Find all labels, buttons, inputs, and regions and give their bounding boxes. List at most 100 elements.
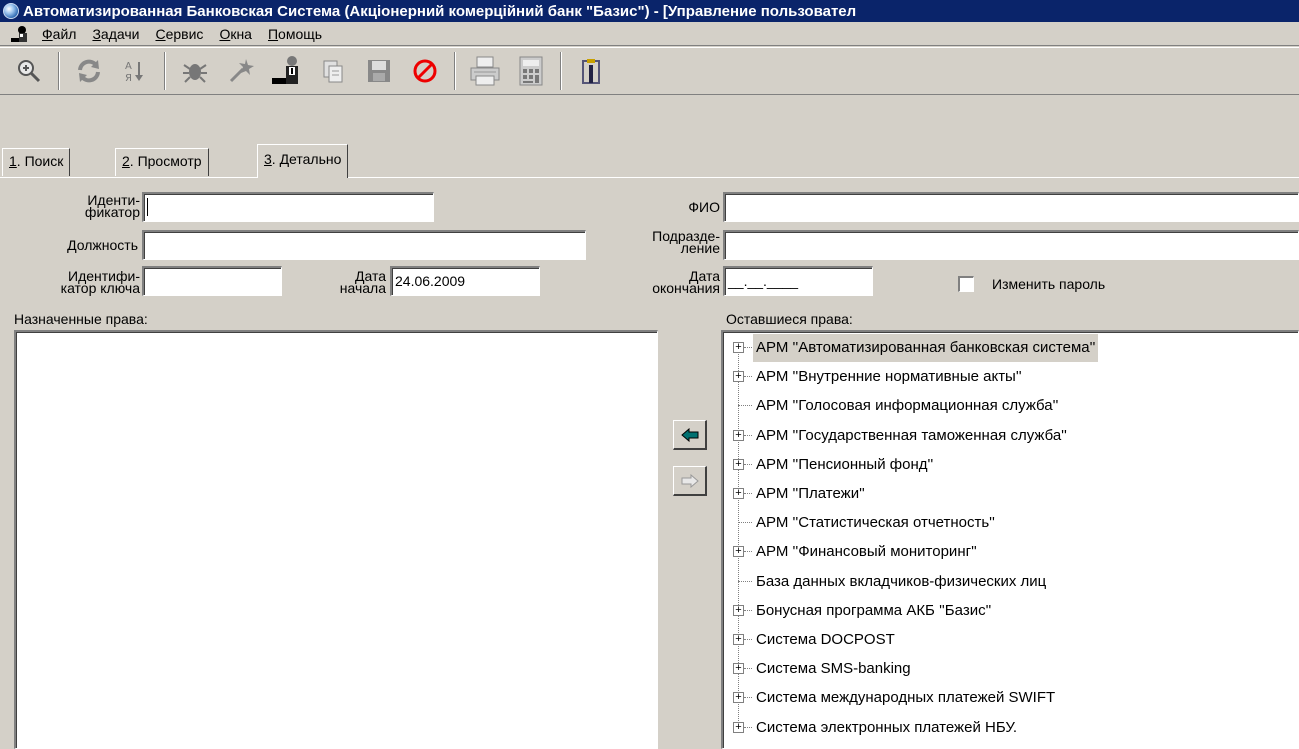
menu-help[interactable]: Помощь <box>268 26 322 42</box>
tree-item[interactable]: + АРМ ''Финансовый мониторинг'' <box>723 538 1298 567</box>
expand-plus-icon[interactable]: + <box>733 721 744 733</box>
menu-service-accel: С <box>155 25 166 42</box>
sort-az-icon[interactable]: AЯ <box>114 51 156 91</box>
change-password-label[interactable]: Изменить пароль <box>992 276 1105 292</box>
tree-item[interactable]: + АРМ ''Пенсионный фонд'' <box>723 451 1298 480</box>
tree-item[interactable]: + АРМ ''Автоматизированная банковская сис… <box>723 334 1298 363</box>
tree-item[interactable]: + Система SMS-banking <box>723 655 1298 684</box>
menu-file[interactable]: Файл <box>42 26 76 42</box>
remove-right-button[interactable] <box>673 466 707 496</box>
key-id-label-line2: катор ключа <box>60 280 140 296</box>
svg-text:A: A <box>125 61 132 72</box>
window-titlebar[interactable]: Автоматизированная Банковская Система (А… <box>0 0 1299 22</box>
printer-icon[interactable] <box>464 51 506 91</box>
tree-item[interactable]: + АРМ ''Внутренние нормативные акты'' <box>723 363 1298 392</box>
expand-plus-icon[interactable]: + <box>733 634 744 645</box>
menu-windows-rest: кна <box>230 25 252 42</box>
refresh-icon[interactable] <box>68 51 110 91</box>
expand-plus-icon[interactable]: + <box>733 604 744 616</box>
bug-icon[interactable] <box>174 51 216 91</box>
tree-item-label: АРМ ''Платежи'' <box>756 485 865 502</box>
tab-strip: 1. Поиск 2. Просмотр 3. Детально <box>0 144 1299 178</box>
tree-item-label: Система DOCPOST <box>756 631 895 648</box>
expand-plus-icon[interactable]: + <box>733 663 744 675</box>
user-agent-icon[interactable] <box>266 51 308 91</box>
tree-item[interactable]: АРМ ''Голосовая информационная служба'' <box>723 392 1298 421</box>
exit-door-icon[interactable] <box>570 51 612 91</box>
tab-search[interactable]: 1. Поиск <box>2 148 71 176</box>
save-disk-icon[interactable] <box>358 51 400 91</box>
tree-item-label: Бонусная программа АКБ ''Базис'' <box>756 601 992 619</box>
tab-body-border <box>0 177 1299 178</box>
expand-plus-icon[interactable]: + <box>733 371 744 383</box>
calculator-icon[interactable] <box>510 51 552 91</box>
tree-item[interactable]: База данных вкладчиков-физических лиц <box>723 568 1298 597</box>
assigned-rights-label: Назначенные права: <box>14 311 148 327</box>
copy-doc-icon[interactable] <box>312 51 354 91</box>
position-input[interactable] <box>142 230 586 260</box>
expand-plus-icon[interactable]: + <box>733 488 744 499</box>
tab-details[interactable]: 3. Детально <box>257 144 349 178</box>
menu-tasks-rest: адачи <box>100 25 140 42</box>
text-caret <box>147 198 148 216</box>
cancel-icon[interactable] <box>404 51 446 91</box>
tree-item[interactable]: + АРМ ''Государственная таможенная служба… <box>723 422 1298 451</box>
menu-windows[interactable]: Окна <box>219 26 252 42</box>
tree-branch-line <box>744 463 752 465</box>
tree-branch-line <box>738 405 752 407</box>
expand-plus-icon[interactable]: + <box>733 429 744 441</box>
end-date-input[interactable]: __.__.____ <box>723 266 873 296</box>
tree-item[interactable]: + Система DOCPOST <box>723 626 1298 655</box>
tree-item[interactable]: + Система международных платежей SWIFT <box>723 684 1298 713</box>
app-globe-icon <box>3 3 19 19</box>
department-input[interactable] <box>723 230 1299 260</box>
menu-service-rest: ервис <box>165 25 204 42</box>
tab-search-label: . Поиск <box>16 153 64 169</box>
user-menu-icon[interactable] <box>10 25 30 43</box>
svg-text:Я: Я <box>125 73 132 84</box>
tree-branch-line <box>744 609 752 611</box>
start-date-label: Дата начала <box>290 269 386 296</box>
menu-file-accel: Ф <box>42 25 53 42</box>
assigned-rights-list[interactable] <box>14 330 658 749</box>
zoom-icon[interactable] <box>8 51 50 91</box>
tree-item-label: АРМ ''Голосовая информационная служба'' <box>756 397 1059 415</box>
expand-plus-icon[interactable]: + <box>733 458 744 470</box>
start-date-label-line2: начала <box>339 280 386 296</box>
fio-input[interactable] <box>723 192 1299 222</box>
identifier-input[interactable] <box>142 192 434 222</box>
department-label: Подразде- ление <box>600 229 720 255</box>
tree-item-label: АРМ ''Статистическая отчетность'' <box>756 514 995 532</box>
tree-branch-line <box>738 580 752 582</box>
remaining-rights-tree[interactable]: + АРМ ''Автоматизированная банковская сис… <box>721 330 1299 749</box>
expand-plus-icon[interactable]: + <box>733 692 744 704</box>
menu-tasks[interactable]: Задачи <box>92 26 139 42</box>
menu-tasks-accel: З <box>92 25 101 42</box>
position-label: Должность <box>67 237 138 253</box>
window-title: Автоматизированная Банковская Система (А… <box>23 2 857 20</box>
tree-branch-line <box>738 522 752 524</box>
key-id-input[interactable] <box>142 266 282 296</box>
arrow-left-icon <box>680 427 698 442</box>
tree-item[interactable]: + АРМ ''Платежи'' <box>723 480 1298 509</box>
key-id-label: Идентифи- катор ключа <box>2 269 140 296</box>
tree-item-label: АРМ ''Государственная таможенная служба'… <box>756 426 1067 444</box>
toolbar-separator <box>560 52 562 90</box>
menu-service[interactable]: Сервис <box>155 26 203 42</box>
add-right-button[interactable] <box>673 420 707 450</box>
tree-item-label: АРМ ''Пенсионный фонд'' <box>756 455 934 473</box>
change-password-checkbox[interactable] <box>958 276 974 292</box>
end-date-label: Дата окончания <box>600 269 720 295</box>
tree-item[interactable]: АРМ ''Статистическая отчетность'' <box>723 509 1298 538</box>
tree-item[interactable]: + Бонусная программа АКБ ''Базис'' <box>723 597 1298 626</box>
expand-plus-icon[interactable]: + <box>733 342 744 353</box>
tree-item[interactable]: + Система электронных платежей НБУ. <box>723 714 1298 743</box>
menu-help-accel: П <box>267 25 279 42</box>
tree-branch-line <box>744 347 752 348</box>
magic-icon[interactable] <box>220 51 262 91</box>
tab-view[interactable]: 2. Просмотр <box>115 148 209 176</box>
tree-item-label: АРМ ''Внутренние нормативные акты'' <box>756 368 1022 386</box>
expand-plus-icon[interactable]: + <box>733 546 744 558</box>
menu-windows-accel: О <box>219 25 231 42</box>
start-date-input[interactable]: 24.06.2009 <box>390 266 540 296</box>
